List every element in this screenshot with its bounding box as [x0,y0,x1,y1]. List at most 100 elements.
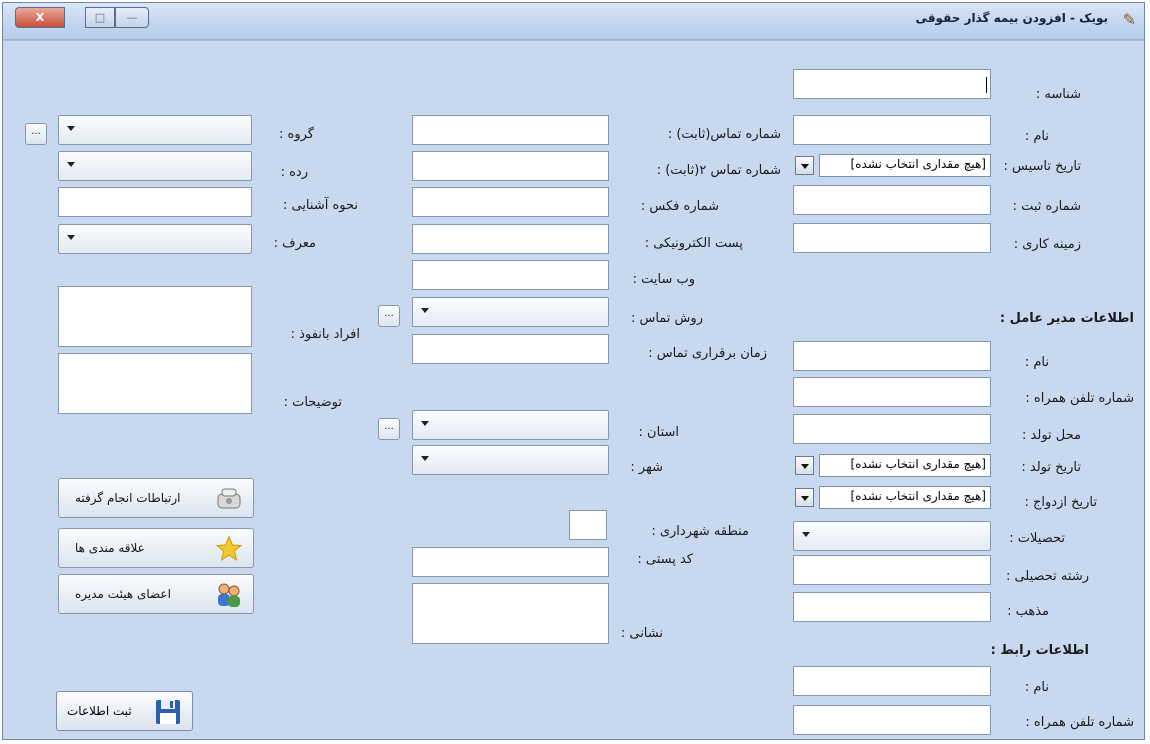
minimize-button[interactable]: — [115,7,149,28]
users-icon [218,583,240,607]
chevron-down-icon [421,421,429,426]
business-field-label: زمینه کاری : [1013,237,1081,252]
contact-time-field[interactable] [412,334,609,364]
manager-birthdate-label: تاریخ تولد : [1021,460,1081,475]
board-members-button-label: اعضای هیئت مدیره [75,587,171,601]
floppy-disk-icon [156,700,180,724]
chevron-down-icon[interactable] [795,488,814,507]
app-icon: ✎ [1122,10,1136,29]
interests-button-label: علاقه مندی ها [75,541,145,555]
municipality-zone-label: منطقه شهرداری : [651,524,749,539]
religion-field[interactable] [793,592,991,622]
rank-label: رده : [280,165,308,180]
business-field-input[interactable] [793,223,991,253]
province-label: استان : [638,425,679,440]
manager-mobile-label: شماره تلفن همراه : [1025,391,1134,406]
website-label: وب سایت : [632,272,695,287]
address-field[interactable] [412,583,609,644]
chevron-down-icon [421,456,429,461]
manager-name-field[interactable] [793,341,991,371]
fax-field[interactable] [412,187,609,217]
field-of-study-input[interactable] [793,555,991,585]
chevron-down-icon [67,126,75,131]
education-dropdown[interactable] [793,521,991,551]
main-window: X □ — ✎ بویک - افزودن بیمه گذار حقوقی شن… [2,2,1145,740]
email-field[interactable] [412,224,609,254]
registration-number-label: شماره ثبت : [1012,199,1081,214]
fax-label: شماره فکس : [640,199,719,214]
manager-marriage-label: تاریخ ازدواج : [1024,495,1097,510]
field-of-study-label: رشته تحصیلی : [1005,569,1089,584]
municipality-zone-field[interactable] [569,510,607,540]
link-section-heading: اطلاعات رابط : [990,643,1089,658]
contact-time-label: زمان برقراری تماس : [648,346,767,361]
shenaseh-field[interactable] [793,69,991,99]
phone1-label: شماره تماس(ثابت) : [667,127,781,142]
manager-birthdate-picker[interactable]: [هیچ مقداری انتخاب نشده] [795,454,991,477]
postal-code-label: کد پستی : [637,552,693,567]
manager-birthplace-label: محل تولد : [1022,428,1081,443]
establishment-date-picker[interactable]: [هیچ مقداری انتخاب نشده] [795,154,991,177]
chevron-down-icon[interactable] [795,156,814,175]
contact-method-dropdown[interactable] [412,297,609,327]
postal-code-field[interactable] [412,547,609,577]
manager-section-heading: اطلاعات مدیر عامل : [999,311,1134,326]
chevron-down-icon [802,532,810,537]
acquaintance-label: نحوه آشنایی : [282,198,358,213]
manager-marriage-date-picker[interactable]: [هیچ مقداری انتخاب نشده] [795,486,991,509]
chevron-down-icon[interactable] [795,456,814,475]
group-label: گروه : [279,127,314,142]
star-icon [215,535,243,562]
education-label: تحصیلات : [1009,531,1065,546]
phone2-label: شماره تماس ۲(ثابت) : [656,163,781,178]
name-field[interactable] [793,115,991,145]
description-label: توضیحات : [283,395,342,410]
group-dropdown[interactable] [58,115,252,145]
influential-people-field[interactable] [58,286,252,347]
title-bar: X □ — ✎ بویک - افزودن بیمه گذار حقوقی [3,3,1144,40]
form-area: شناسه : نام : [هیچ مقداری انتخاب نشده] ت… [3,40,1144,739]
establishment-date-value: [هیچ مقداری انتخاب نشده] [819,154,991,177]
email-label: پست الکترونیکی : [644,236,743,251]
manager-name-label: نام : [1024,355,1049,370]
communications-button[interactable]: ارتباطات انجام گرفته [58,478,254,518]
link-name-field[interactable] [793,666,991,696]
contact-method-more-button[interactable]: ... [378,305,400,327]
acquaintance-field[interactable] [58,187,252,217]
referrer-label: معرف : [273,236,316,251]
manager-birthplace-field[interactable] [793,414,991,444]
website-field[interactable] [412,260,609,290]
interests-button[interactable]: علاقه مندی ها [58,528,254,568]
contact-method-label: روش تماس : [630,311,703,326]
name-label: نام : [1024,129,1049,144]
city-dropdown[interactable] [412,445,609,475]
link-mobile-field[interactable] [793,705,991,735]
registration-number-field[interactable] [793,185,991,215]
manager-marriage-date-value: [هیچ مقداری انتخاب نشده] [819,486,991,509]
chevron-down-icon [67,162,75,167]
establishment-date-label: تاریخ تاسیس : [1003,159,1081,174]
city-label: شهر : [630,460,663,475]
description-field[interactable] [58,353,252,414]
phone2-field[interactable] [412,151,609,181]
maximize-button[interactable]: □ [85,7,115,28]
phone-icon [217,488,241,509]
chevron-down-icon [67,235,75,240]
link-name-label: نام : [1024,680,1049,695]
window-title: بویک - افزودن بیمه گذار حقوقی [915,11,1108,25]
link-mobile-label: شماره تلفن همراه : [1025,715,1134,730]
phone1-field[interactable] [412,115,609,145]
save-button-label: ثبت اطلاعات [67,704,132,718]
referrer-dropdown[interactable] [58,224,252,254]
chevron-down-icon [421,308,429,313]
rank-dropdown[interactable] [58,151,252,181]
group-more-button[interactable]: ... [25,123,47,145]
shenaseh-label: شناسه : [1035,87,1081,102]
province-dropdown[interactable] [412,410,609,440]
save-button[interactable]: ثبت اطلاعات [56,691,193,731]
manager-birthdate-value: [هیچ مقداری انتخاب نشده] [819,454,991,477]
board-members-button[interactable]: اعضای هیئت مدیره [58,574,254,614]
close-button[interactable]: X [15,7,65,28]
province-more-button[interactable]: ... [378,418,400,440]
manager-mobile-field[interactable] [793,377,991,407]
